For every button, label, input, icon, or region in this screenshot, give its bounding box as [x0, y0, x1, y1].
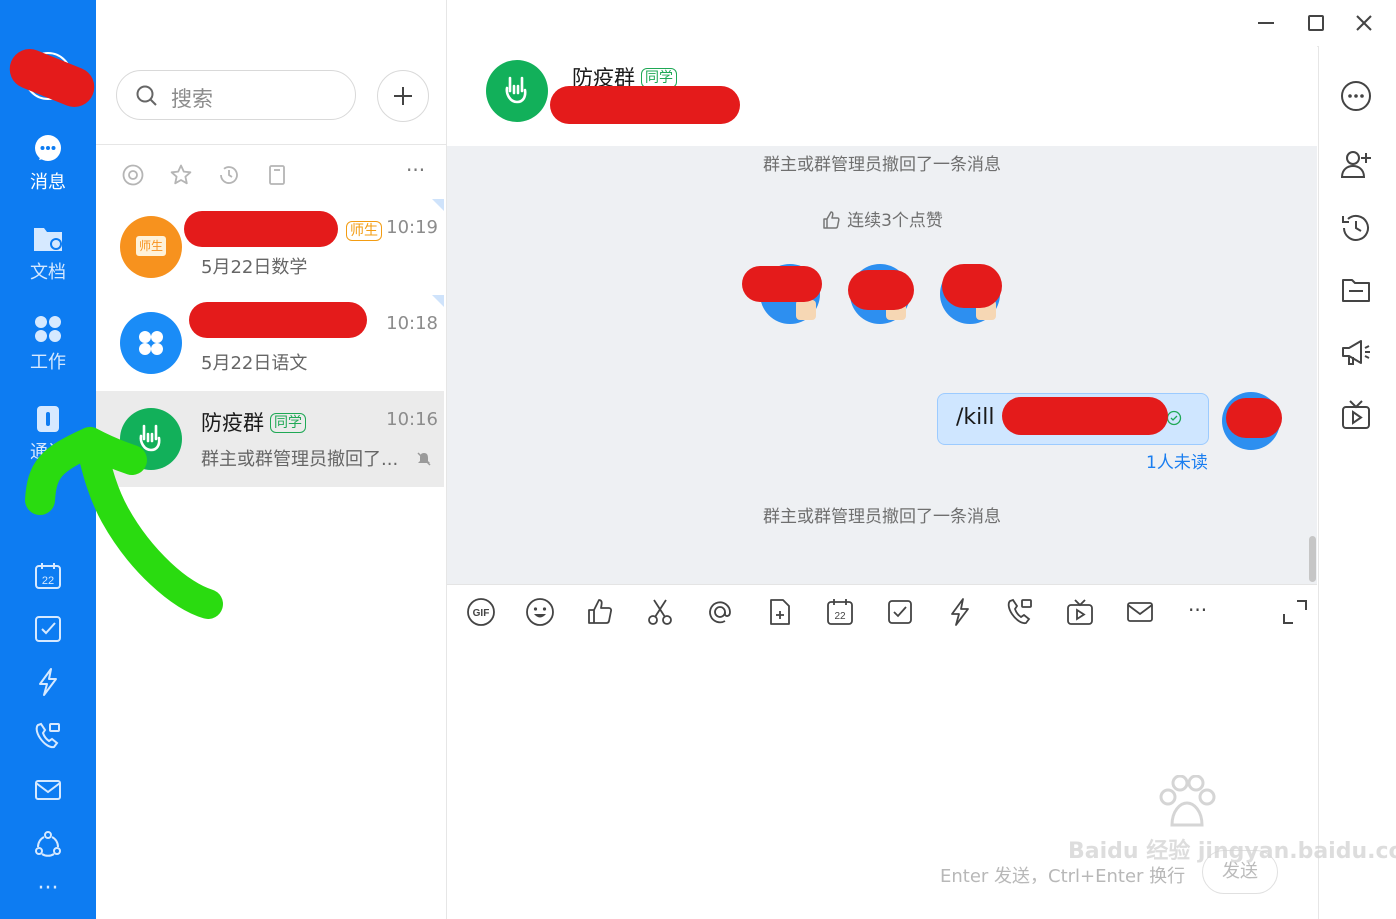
live-icon[interactable] — [1065, 597, 1095, 627]
filter-more-button[interactable]: ··· — [406, 158, 425, 182]
like-notice: 连续3个点赞 — [447, 206, 1317, 231]
redaction-mark — [942, 264, 1002, 308]
toolbar-more-button[interactable]: ··· — [1188, 598, 1207, 622]
bolt-icon[interactable] — [945, 597, 975, 627]
redaction-mark — [550, 86, 740, 124]
rock-hand-icon — [505, 76, 527, 104]
more-options-icon[interactable] — [1339, 79, 1373, 113]
live-icon[interactable] — [1339, 398, 1373, 432]
annotation-arrow — [25, 427, 223, 619]
redaction-mark — [189, 302, 367, 338]
task-icon[interactable] — [885, 597, 915, 627]
list-divider — [96, 144, 446, 145]
plus-icon — [394, 87, 412, 105]
system-message: 群主或群管理员撤回了一条消息 — [763, 507, 1001, 527]
conversation-tag: 同学 — [270, 413, 306, 433]
system-message: 群主或群管理员撤回了一条消息 — [763, 155, 1001, 175]
video-call-icon[interactable] — [1005, 597, 1035, 627]
sidebar-item-docs[interactable]: 文档 — [0, 224, 96, 284]
add-button[interactable] — [377, 70, 429, 122]
send-button[interactable]: 发送 — [1202, 850, 1278, 894]
history-icon[interactable] — [1339, 211, 1373, 245]
read-check-icon — [1166, 410, 1182, 426]
nav-more-button[interactable]: ··· — [0, 876, 96, 901]
network-icon[interactable] — [32, 828, 64, 860]
message-icon — [35, 135, 61, 161]
sidebar-item-label: 工作 — [30, 352, 66, 373]
avatar-label: 师生 — [136, 236, 166, 256]
mention-icon[interactable] — [705, 597, 735, 627]
star-filter-icon[interactable] — [169, 163, 193, 187]
chat-title-tag: 同学 — [641, 68, 677, 88]
mention-filter-icon[interactable] — [121, 163, 145, 187]
scissors-icon[interactable] — [645, 597, 675, 627]
search-icon — [136, 85, 157, 106]
add-member-icon[interactable] — [1339, 147, 1373, 181]
sidebar-item-work[interactable]: 工作 — [0, 314, 96, 374]
bookmark-filter-icon[interactable] — [265, 163, 289, 187]
apps-icon — [35, 316, 61, 342]
maximize-icon[interactable] — [1305, 12, 1327, 34]
files-icon[interactable] — [1339, 273, 1373, 307]
redaction-mark — [184, 211, 338, 247]
conversation-time: 10:19 — [386, 217, 438, 238]
corner-mark — [432, 295, 444, 307]
close-icon[interactable] — [1353, 12, 1375, 34]
mail-icon[interactable] — [1125, 597, 1155, 627]
sidebar-item-label: 消息 — [30, 172, 66, 193]
thumbs-up-badge-icon — [796, 300, 816, 320]
conversation-preview: 5月22日语文 — [201, 353, 308, 374]
redaction-mark — [1226, 398, 1282, 438]
corner-mark — [432, 199, 444, 211]
emoji-icon[interactable] — [525, 597, 555, 627]
expand-icon[interactable] — [1280, 597, 1310, 627]
mute-icon — [417, 452, 431, 466]
read-status[interactable]: 1人未读 — [1146, 448, 1208, 473]
mail-icon[interactable] — [32, 774, 64, 806]
minimize-icon[interactable] — [1255, 12, 1277, 34]
announcement-icon[interactable] — [1339, 335, 1373, 369]
message-input[interactable] — [447, 645, 1317, 919]
scrollbar-thumb[interactable] — [1309, 536, 1316, 582]
conversation-time: 10:16 — [386, 409, 438, 430]
message-text: /kill — [956, 405, 995, 430]
svg-text:22: 22 — [834, 611, 846, 622]
search-placeholder: 搜索 — [171, 87, 213, 111]
history-filter-icon[interactable] — [217, 163, 241, 187]
conversation-preview: 5月22日数学 — [201, 257, 308, 278]
avatar — [120, 312, 182, 374]
input-hint: Enter 发送，Ctrl+Enter 换行 — [940, 866, 1186, 887]
calendar-icon[interactable]: 22 — [825, 597, 855, 627]
gif-icon[interactable]: GIF — [466, 597, 496, 627]
redaction-mark — [1002, 397, 1168, 435]
redaction-mark — [742, 266, 822, 302]
thumbs-up-icon[interactable] — [585, 597, 615, 627]
redaction-mark — [848, 270, 914, 310]
apps-icon — [139, 331, 163, 355]
folder-icon — [34, 228, 62, 251]
search-input[interactable]: 搜索 — [116, 70, 356, 120]
bolt-icon[interactable] — [32, 666, 64, 698]
new-doc-icon[interactable] — [765, 597, 795, 627]
conversation-tag: 师生 — [346, 221, 382, 241]
thumbs-up-icon — [823, 211, 840, 229]
sidebar-item-label: 文档 — [30, 262, 66, 283]
svg-text:GIF: GIF — [473, 608, 490, 619]
group-avatar[interactable] — [486, 60, 548, 122]
conversation-time: 10:18 — [386, 313, 438, 334]
avatar: 师生 — [120, 216, 182, 278]
input-toolbar — [447, 584, 1317, 645]
title-bar — [447, 0, 1396, 47]
sidebar-item-messages[interactable]: 消息 — [0, 134, 96, 194]
video-call-icon[interactable] — [32, 720, 64, 752]
